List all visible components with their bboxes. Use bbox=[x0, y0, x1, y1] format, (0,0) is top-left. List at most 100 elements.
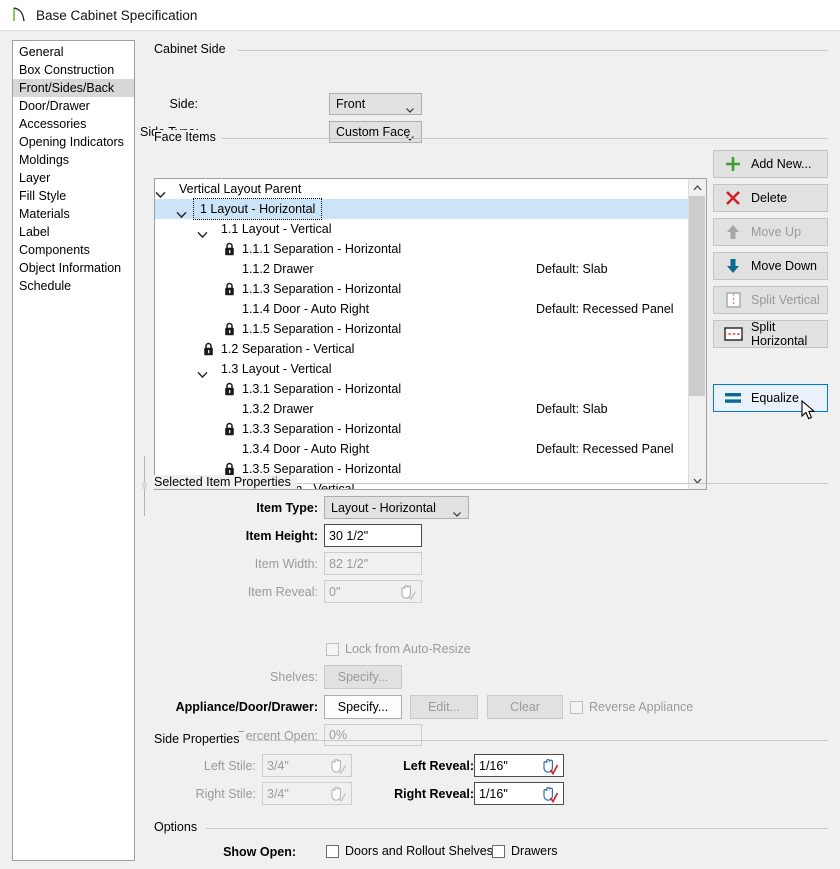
side-label: Side: bbox=[169, 97, 199, 111]
tree-row-label: 1.3.4 Door - Auto Right bbox=[242, 442, 370, 456]
appliance-clear-button: Clear bbox=[487, 695, 563, 719]
checkbox-box[interactable] bbox=[326, 844, 339, 858]
side-select[interactable]: Front bbox=[329, 93, 422, 115]
tree-row-label: 1.1.1 Separation - Horizontal bbox=[242, 242, 402, 256]
tree-row[interactable]: 1.1.2 Drawer Default: Slab bbox=[155, 259, 689, 279]
tree-row-label: 1.1.5 Separation - Horizontal bbox=[242, 322, 402, 336]
category-list[interactable]: General Box Construction Front/Sides/Bac… bbox=[12, 40, 135, 861]
group-divider bbox=[206, 828, 828, 829]
sidebar-item-layer[interactable]: Layer bbox=[13, 169, 134, 187]
tree-row-label: 1.3.2 Drawer bbox=[242, 402, 314, 416]
appliance-specify-button[interactable]: Specify... bbox=[324, 695, 402, 719]
tree-expand-chevron-icon[interactable] bbox=[197, 359, 211, 379]
lock-auto-resize-checkbox: Lock from Auto-Resize bbox=[326, 642, 471, 656]
dropper-hand-icon[interactable] bbox=[398, 583, 417, 601]
delete-button-label: Delete bbox=[751, 191, 788, 205]
tree-expand-chevron-icon[interactable] bbox=[197, 219, 211, 239]
left-reveal-field[interactable]: 1/16" bbox=[474, 754, 564, 777]
tree-row[interactable]: 1.1.5 Separation - Horizontal bbox=[155, 319, 689, 339]
checkbox-box bbox=[570, 700, 583, 714]
move-down-button[interactable]: Move Down bbox=[713, 252, 828, 280]
sidebar-item-moldings[interactable]: Moldings bbox=[13, 151, 134, 169]
sidebar-item-general[interactable]: General bbox=[13, 43, 134, 61]
right-reveal-label: Right Reveal: bbox=[394, 787, 474, 801]
sidebar-item-front-sides-back[interactable]: Front/Sides/Back bbox=[13, 79, 134, 97]
scrollbar-thumb[interactable] bbox=[689, 196, 705, 396]
tree-row[interactable]: 1.3.1 Separation - Horizontal bbox=[155, 379, 689, 399]
right-reveal-value: 1/16" bbox=[479, 786, 508, 801]
item-height-field[interactable]: 30 1/2" bbox=[324, 524, 422, 547]
tree-row[interactable]: 1.3.4 Door - Auto Right Default: Recessed… bbox=[155, 439, 689, 459]
scroll-up-arrow-icon[interactable] bbox=[689, 179, 706, 196]
shelves-label: Shelves: bbox=[270, 670, 318, 684]
window-title: Base Cabinet Specification bbox=[36, 7, 198, 23]
move-down-button-label: Move Down bbox=[751, 259, 817, 273]
move-up-button[interactable]: Move Up bbox=[713, 218, 828, 246]
sidebar-item-schedule[interactable]: Schedule bbox=[13, 277, 134, 295]
tree-row[interactable]: 1.1 Layout - Vertical bbox=[155, 219, 689, 239]
title-bar: Base Cabinet Specification bbox=[0, 0, 840, 30]
sidebar-item-materials[interactable]: Materials bbox=[13, 205, 134, 223]
sidebar-item-object-information[interactable]: Object Information bbox=[13, 259, 134, 277]
sidebar-item-label[interactable]: Label bbox=[13, 223, 134, 241]
group-divider bbox=[250, 740, 828, 741]
tree-row-default: Default: Recessed Panel bbox=[536, 442, 674, 456]
tree-row-label: 1.1 Layout - Vertical bbox=[221, 222, 332, 236]
dropper-hand-icon[interactable] bbox=[328, 757, 347, 775]
tree-row[interactable]: 1.1.4 Door - Auto Right Default: Recessed… bbox=[155, 299, 689, 319]
sidebar-item-door-drawer[interactable]: Door/Drawer bbox=[13, 97, 134, 115]
face-items-group-label: Face Items bbox=[154, 130, 222, 144]
side-properties-group: Side Properties bbox=[154, 732, 828, 752]
dropper-hand-icon[interactable] bbox=[540, 785, 559, 803]
add-new-button[interactable]: Add New... bbox=[713, 150, 828, 178]
tree-row-default: Default: Slab bbox=[536, 262, 608, 276]
drawers-checkbox[interactable]: Drawers bbox=[492, 844, 558, 858]
group-divider bbox=[222, 138, 828, 139]
tree-row[interactable]: 1.1.3 Separation - Horizontal bbox=[155, 279, 689, 299]
checkbox-box[interactable] bbox=[492, 844, 505, 858]
tree-row[interactable]: 1.1.1 Separation - Horizontal bbox=[155, 239, 689, 259]
chevron-down-icon bbox=[453, 506, 461, 517]
lock-icon bbox=[224, 462, 235, 476]
split-horizontal-button[interactable]: Split Horizontal bbox=[713, 320, 828, 348]
equalize-icon bbox=[722, 388, 744, 408]
right-stile-field: 3/4" bbox=[262, 782, 352, 805]
delete-button[interactable]: Delete bbox=[713, 184, 828, 212]
lock-icon bbox=[224, 382, 235, 396]
dropper-hand-icon[interactable] bbox=[328, 785, 347, 803]
equalize-button[interactable]: Equalize bbox=[713, 384, 828, 412]
dropper-hand-icon[interactable] bbox=[540, 757, 559, 775]
tree-rows-container: Vertical Layout Parent 1 Layout - Horizon… bbox=[155, 179, 689, 489]
sidebar-item-fill-style[interactable]: Fill Style bbox=[13, 187, 134, 205]
tree-row[interactable]: 1 Layout - Horizontal bbox=[155, 198, 689, 220]
chevron-down-icon bbox=[406, 102, 414, 113]
tree-row[interactable]: 1.3.2 Drawer Default: Slab bbox=[155, 399, 689, 419]
splitter-grip[interactable] bbox=[142, 482, 147, 489]
split-horizontal-icon bbox=[722, 324, 744, 344]
doors-rollout-shelves-label: Doors and Rollout Shelves bbox=[345, 844, 493, 858]
sidebar-item-opening-indicators[interactable]: Opening Indicators bbox=[13, 133, 134, 151]
sidebar-item-box-construction[interactable]: Box Construction bbox=[13, 61, 134, 79]
tree-row[interactable]: 1.3.3 Separation - Horizontal bbox=[155, 419, 689, 439]
doors-rollout-shelves-checkbox[interactable]: Doors and Rollout Shelves bbox=[326, 844, 493, 858]
tree-row[interactable]: Vertical Layout Parent bbox=[155, 179, 689, 199]
sidebar-item-components[interactable]: Components bbox=[13, 241, 134, 259]
tree-row-label: 1.3.3 Separation - Horizontal bbox=[242, 422, 402, 436]
appliance-specify-label: Specify... bbox=[337, 700, 389, 714]
left-stile-field: 3/4" bbox=[262, 754, 352, 777]
right-reveal-field[interactable]: 1/16" bbox=[474, 782, 564, 805]
tree-expand-chevron-icon[interactable] bbox=[155, 179, 169, 199]
tree-row-label: 1.3 Layout - Vertical bbox=[221, 362, 332, 376]
tree-row[interactable]: 1.3 Layout - Vertical bbox=[155, 359, 689, 379]
item-reveal-label: Item Reveal: bbox=[247, 585, 318, 599]
sidebar-item-accessories[interactable]: Accessories bbox=[13, 115, 134, 133]
tree-expand-chevron-icon[interactable] bbox=[176, 199, 190, 219]
cabinet-side-group: Cabinet Side bbox=[154, 42, 828, 112]
face-items-tree[interactable]: Vertical Layout Parent 1 Layout - Horizon… bbox=[154, 178, 707, 490]
tree-scrollbar[interactable] bbox=[688, 179, 706, 489]
tree-row[interactable]: 1.2 Separation - Vertical bbox=[155, 339, 689, 359]
tree-row-default: Default: Slab bbox=[536, 402, 608, 416]
lock-icon bbox=[203, 342, 214, 356]
split-vertical-button[interactable]: Split Vertical bbox=[713, 286, 828, 314]
item-type-select[interactable]: Layout - Horizontal bbox=[324, 496, 469, 519]
